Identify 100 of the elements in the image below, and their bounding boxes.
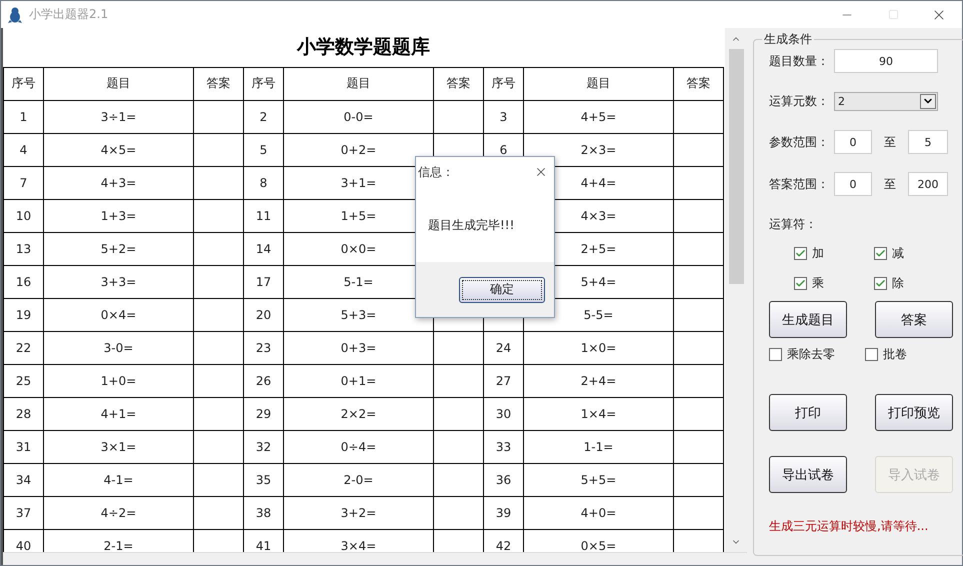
table-cell: 5+5=	[524, 463, 674, 496]
table-cell: 5+2=	[44, 232, 194, 265]
field-label: 题目数量：	[769, 52, 830, 70]
input-field[interactable]: 90	[834, 49, 938, 73]
bird-icon	[7, 6, 23, 24]
checkbox-label: 乘除去零	[787, 346, 835, 363]
table-cell: 0+3=	[284, 331, 434, 364]
range-separator: 至	[884, 134, 896, 150]
action-button[interactable]: 打印预览	[875, 394, 953, 431]
table-cell: 0-0=	[284, 100, 434, 133]
action-button[interactable]: 导出试卷	[769, 456, 847, 493]
table-cell: 33	[484, 430, 524, 463]
field-label: 答案范围：	[769, 176, 830, 192]
table-cell: 4÷2=	[44, 496, 194, 529]
input-field[interactable]: 200	[908, 172, 948, 196]
field-label: 运算符：	[769, 216, 818, 233]
checkbox[interactable]	[794, 247, 807, 260]
column-header: 答案	[674, 67, 724, 100]
table-cell: 2×2=	[284, 397, 434, 430]
column-header: 序号	[244, 67, 284, 100]
table-cell: 3+3=	[44, 265, 194, 298]
column-header: 序号	[4, 67, 44, 100]
table-cell: 26	[244, 364, 284, 397]
table-cell: 1+0=	[44, 364, 194, 397]
table-cell: 3÷1=	[44, 100, 194, 133]
ok-button[interactable]: 确定	[459, 276, 545, 302]
window-title: 小学出题器2.1	[29, 6, 110, 23]
table-cell: 17	[244, 265, 284, 298]
table-cell: 4-1=	[44, 463, 194, 496]
table-cell: 4×5=	[44, 133, 194, 166]
notice-text: 生成三元运算时较慢,请等待...	[769, 518, 930, 535]
input-field[interactable]: 0	[834, 172, 872, 196]
table-cell: 3+2=	[284, 496, 434, 529]
table-cell: 23	[244, 331, 284, 364]
table-cell: 14	[244, 232, 284, 265]
scrollbar-thumb[interactable]	[728, 49, 744, 284]
field-label: 参数范围：	[769, 134, 830, 150]
table-cell: 5	[244, 133, 284, 166]
chevron-down-icon	[920, 94, 936, 108]
table-cell: 4	[4, 133, 44, 166]
table-cell: 0+1=	[284, 364, 434, 397]
checkbox-label: 乘	[812, 275, 824, 292]
column-header: 答案	[194, 67, 244, 100]
checkbox-label: 加	[812, 245, 824, 262]
table-cell: 0×4=	[44, 298, 194, 331]
range-separator: 至	[884, 176, 896, 192]
table-cell: 19	[4, 298, 44, 331]
table-cell: 8	[244, 166, 284, 199]
column-header: 答案	[434, 67, 484, 100]
checkbox[interactable]	[874, 247, 887, 260]
checkbox[interactable]	[794, 277, 807, 290]
table-cell: 29	[244, 397, 284, 430]
table-cell: 13	[4, 232, 44, 265]
table-cell: 10	[4, 199, 44, 232]
table-cell: 27	[484, 364, 524, 397]
table-cell: 30	[484, 397, 524, 430]
table-cell: 7	[4, 166, 44, 199]
table-cell: 36	[484, 463, 524, 496]
field-label: 运算元数：	[769, 92, 830, 110]
table-cell: 2	[244, 100, 284, 133]
group-title: 生成条件	[762, 31, 814, 48]
table-cell: 2+4=	[524, 364, 674, 397]
table-cell: 37	[4, 496, 44, 529]
table-cell: 1	[4, 100, 44, 133]
table-cell: 39	[484, 496, 524, 529]
table-cell: 4+3=	[44, 166, 194, 199]
checkbox-label: 除	[892, 275, 904, 292]
table-cell: 11	[244, 199, 284, 232]
table-cell: 4+1=	[44, 397, 194, 430]
table-cell: 1+3=	[44, 199, 194, 232]
checkbox[interactable]	[769, 348, 782, 361]
table-cell: 3-0=	[44, 331, 194, 364]
checkbox[interactable]	[865, 348, 878, 361]
table-cell: 31	[4, 430, 44, 463]
table-cell: 16	[4, 265, 44, 298]
input-field[interactable]: 0	[834, 130, 872, 154]
table-cell: 25	[4, 364, 44, 397]
column-header: 序号	[484, 67, 524, 100]
dropdown[interactable]: 2	[834, 92, 938, 110]
table-cell: 20	[244, 298, 284, 331]
table-cell: 3	[484, 100, 524, 133]
action-button[interactable]: 答案	[875, 301, 953, 338]
table-cell: 35	[244, 463, 284, 496]
table-cell: 38	[244, 496, 284, 529]
column-header: 题目	[284, 67, 434, 100]
column-header: 题目	[44, 67, 194, 100]
table-cell: 24	[484, 331, 524, 364]
table-cell: 1×0=	[524, 331, 674, 364]
column-header: 题目	[524, 67, 674, 100]
input-field[interactable]: 5	[908, 130, 948, 154]
table-cell: 1-1=	[524, 430, 674, 463]
checkbox[interactable]	[874, 277, 887, 290]
table-cell: 0÷4=	[284, 430, 434, 463]
action-button[interactable]: 生成题目	[769, 301, 847, 338]
table-cell: 4+5=	[524, 100, 674, 133]
table-cell: 22	[4, 331, 44, 364]
table-cell: 28	[4, 397, 44, 430]
table-cell: 4+0=	[524, 496, 674, 529]
action-button[interactable]: 打印	[769, 394, 847, 431]
checkbox-label: 减	[892, 245, 904, 262]
